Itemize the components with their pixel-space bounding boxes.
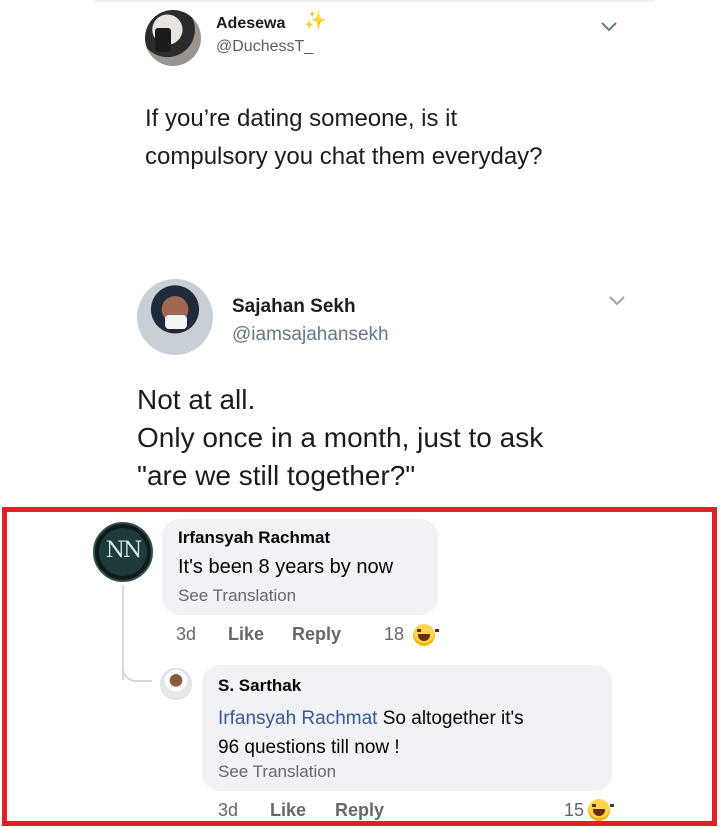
reaction-count[interactable]: 18 xyxy=(384,624,404,645)
reply-button[interactable]: Reply xyxy=(335,800,384,821)
face-mask-icon xyxy=(165,315,187,329)
see-translation-link[interactable]: See Translation xyxy=(218,762,336,782)
thread-connector xyxy=(122,660,152,682)
avatar[interactable] xyxy=(137,279,213,355)
tweet-author-handle[interactable]: @iamsajahansekh xyxy=(232,324,389,346)
tweet-text-line: Not at all. xyxy=(137,384,256,415)
like-button[interactable]: Like xyxy=(228,624,264,645)
comment-text: Irfansyah Rachmat So altogether it's 96 … xyxy=(218,704,598,762)
comment-timestamp[interactable]: 3d xyxy=(218,800,238,821)
phone-icon xyxy=(155,28,171,52)
laughing-emoji-icon[interactable] xyxy=(588,799,614,821)
reaction-count[interactable]: 15 xyxy=(564,800,584,821)
comment-author-name[interactable]: S. Sarthak xyxy=(218,676,301,696)
avatar[interactable]: NN xyxy=(93,522,153,582)
tweet-author-handle[interactable]: @DuchessT_ xyxy=(216,38,313,56)
tweet-author-name[interactable]: Adesewa xyxy=(216,15,285,33)
divider xyxy=(95,0,655,2)
avatar[interactable] xyxy=(145,10,201,66)
comment-text-fragment: 96 questions till now ! xyxy=(218,737,400,758)
tweet-text: If you’re dating someone, is it compulso… xyxy=(145,100,543,176)
tweet-author-name[interactable]: Sajahan Sekh xyxy=(232,296,356,318)
tweet-text-line: compulsory you chat them everyday? xyxy=(145,143,543,170)
avatar[interactable] xyxy=(160,668,192,700)
comment-text-fragment: So altogether it's xyxy=(377,708,524,729)
comment-text: It's been 8 years by now xyxy=(178,556,394,578)
like-button[interactable]: Like xyxy=(270,800,306,821)
laughing-emoji-icon[interactable] xyxy=(413,624,439,646)
see-translation-link[interactable]: See Translation xyxy=(178,586,296,606)
tweet-text-line: If you’re dating someone, is it xyxy=(145,105,458,132)
chevron-down-icon[interactable] xyxy=(606,290,628,312)
chevron-down-icon[interactable] xyxy=(598,16,620,38)
tweet-text: Not at all. Only once in a month, just t… xyxy=(137,381,543,495)
comment-author-name[interactable]: Irfansyah Rachmat xyxy=(178,528,330,548)
tweet-text-line: Only once in a month, just to ask xyxy=(137,422,544,453)
tweet-text-line: "are we still together?" xyxy=(137,460,416,491)
mention-link[interactable]: Irfansyah Rachmat xyxy=(218,708,377,729)
logo-icon: NN xyxy=(105,538,143,563)
reply-button[interactable]: Reply xyxy=(292,624,341,645)
sparkle-icon: ✨ xyxy=(304,10,327,30)
comment-timestamp[interactable]: 3d xyxy=(176,624,196,645)
